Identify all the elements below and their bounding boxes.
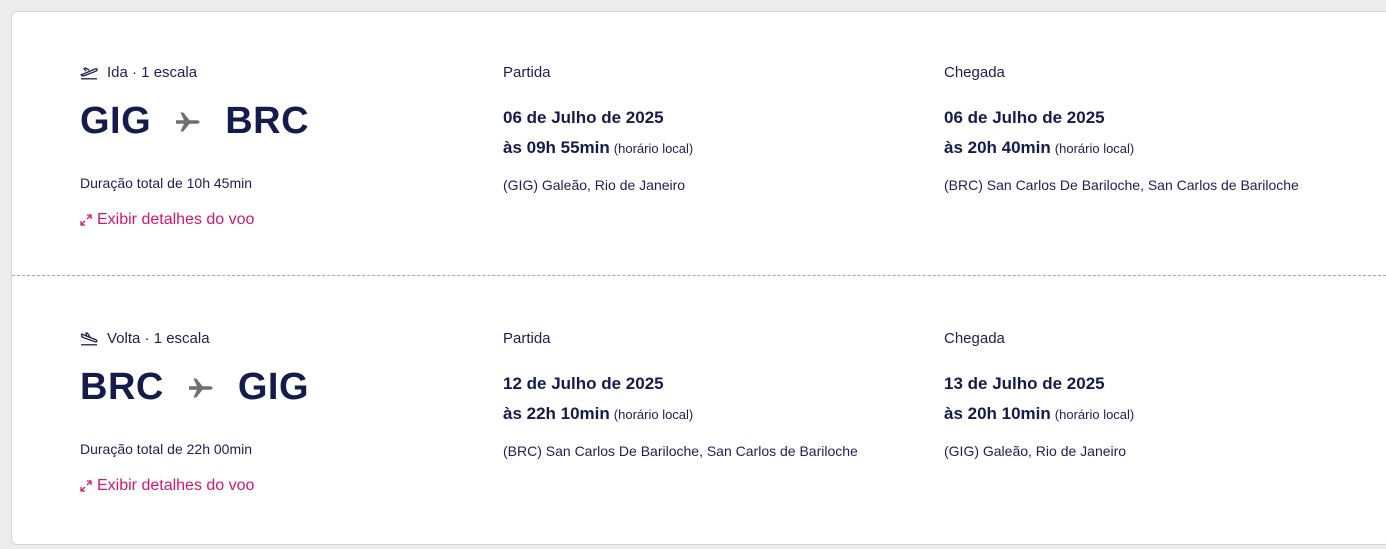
departure-time-row: às 22h 10min (horário local)	[503, 404, 693, 424]
arrival-time-row: às 20h 40min (horário local)	[944, 138, 1134, 158]
destination-code: BRC	[225, 100, 310, 142]
flight-summary-card: Ida · 1 escala GIG BRC Duração total de …	[11, 11, 1386, 545]
arrival-title: Chegada	[944, 64, 1005, 81]
outbound-route: GIG BRC	[80, 100, 309, 143]
plane-departure-icon	[80, 66, 98, 79]
arrival-time-row: às 20h 10min (horário local)	[944, 404, 1134, 424]
local-time-note: (horário local)	[613, 407, 694, 422]
departure-time: às 22h 10min	[503, 404, 610, 423]
departure-title: Partida	[503, 330, 551, 347]
departure-time-row: às 09h 55min (horário local)	[503, 138, 693, 158]
return-leg: Volta · 1 escala BRC GIG Duração total d…	[12, 278, 1386, 540]
departure-date: 12 de Julho de 2025	[503, 374, 664, 393]
departure-airport: (GIG) Galeão, Rio de Janeiro	[503, 177, 686, 193]
origin-code: GIG	[80, 100, 152, 142]
departure-airport: (BRC) San Carlos De Bariloche, San Carlo…	[503, 443, 858, 459]
outbound-leg: Ida · 1 escala GIG BRC Duração total de …	[12, 12, 1386, 274]
local-time-note: (horário local)	[613, 141, 694, 156]
departure-time: às 09h 55min	[503, 138, 610, 157]
show-flight-details-link[interactable]: Exibir detalhes do voo	[80, 211, 254, 229]
airplane-icon	[188, 378, 213, 397]
expand-icon	[80, 480, 92, 492]
leg-divider	[12, 275, 1386, 276]
arrival-title: Chegada	[944, 330, 1005, 347]
destination-code: GIG	[237, 366, 310, 408]
leg-label-text: Ida · 1 escala	[107, 64, 198, 81]
arrival-date: 13 de Julho de 2025	[944, 374, 1105, 393]
departure-title: Partida	[503, 64, 551, 81]
arrival-time: às 20h 40min	[944, 138, 1051, 157]
departure-date: 06 de Julho de 2025	[503, 108, 664, 127]
details-link-label: Exibir detalhes do voo	[97, 477, 255, 494]
return-leg-label: Volta · 1 escala	[80, 330, 210, 347]
total-duration: Duração total de 10h 45min	[80, 175, 252, 191]
show-flight-details-link[interactable]: Exibir detalhes do voo	[80, 477, 254, 495]
local-time-note: (horário local)	[1054, 141, 1135, 156]
expand-icon	[80, 214, 92, 226]
leg-label-text: Volta · 1 escala	[107, 330, 210, 347]
airplane-icon	[176, 112, 200, 131]
details-link-label: Exibir detalhes do voo	[97, 211, 255, 228]
arrival-airport: (GIG) Galeão, Rio de Janeiro	[944, 443, 1127, 459]
local-time-note: (horário local)	[1054, 407, 1135, 422]
arrival-date: 06 de Julho de 2025	[944, 108, 1105, 127]
total-duration: Duração total de 22h 00min	[80, 441, 252, 457]
return-route: BRC GIG	[80, 366, 309, 409]
arrival-time: às 20h 10min	[944, 404, 1051, 423]
plane-landing-icon	[80, 331, 98, 345]
origin-code: BRC	[80, 366, 164, 408]
arrival-airport: (BRC) San Carlos De Bariloche, San Carlo…	[944, 177, 1299, 193]
outbound-leg-label: Ida · 1 escala	[80, 64, 197, 81]
